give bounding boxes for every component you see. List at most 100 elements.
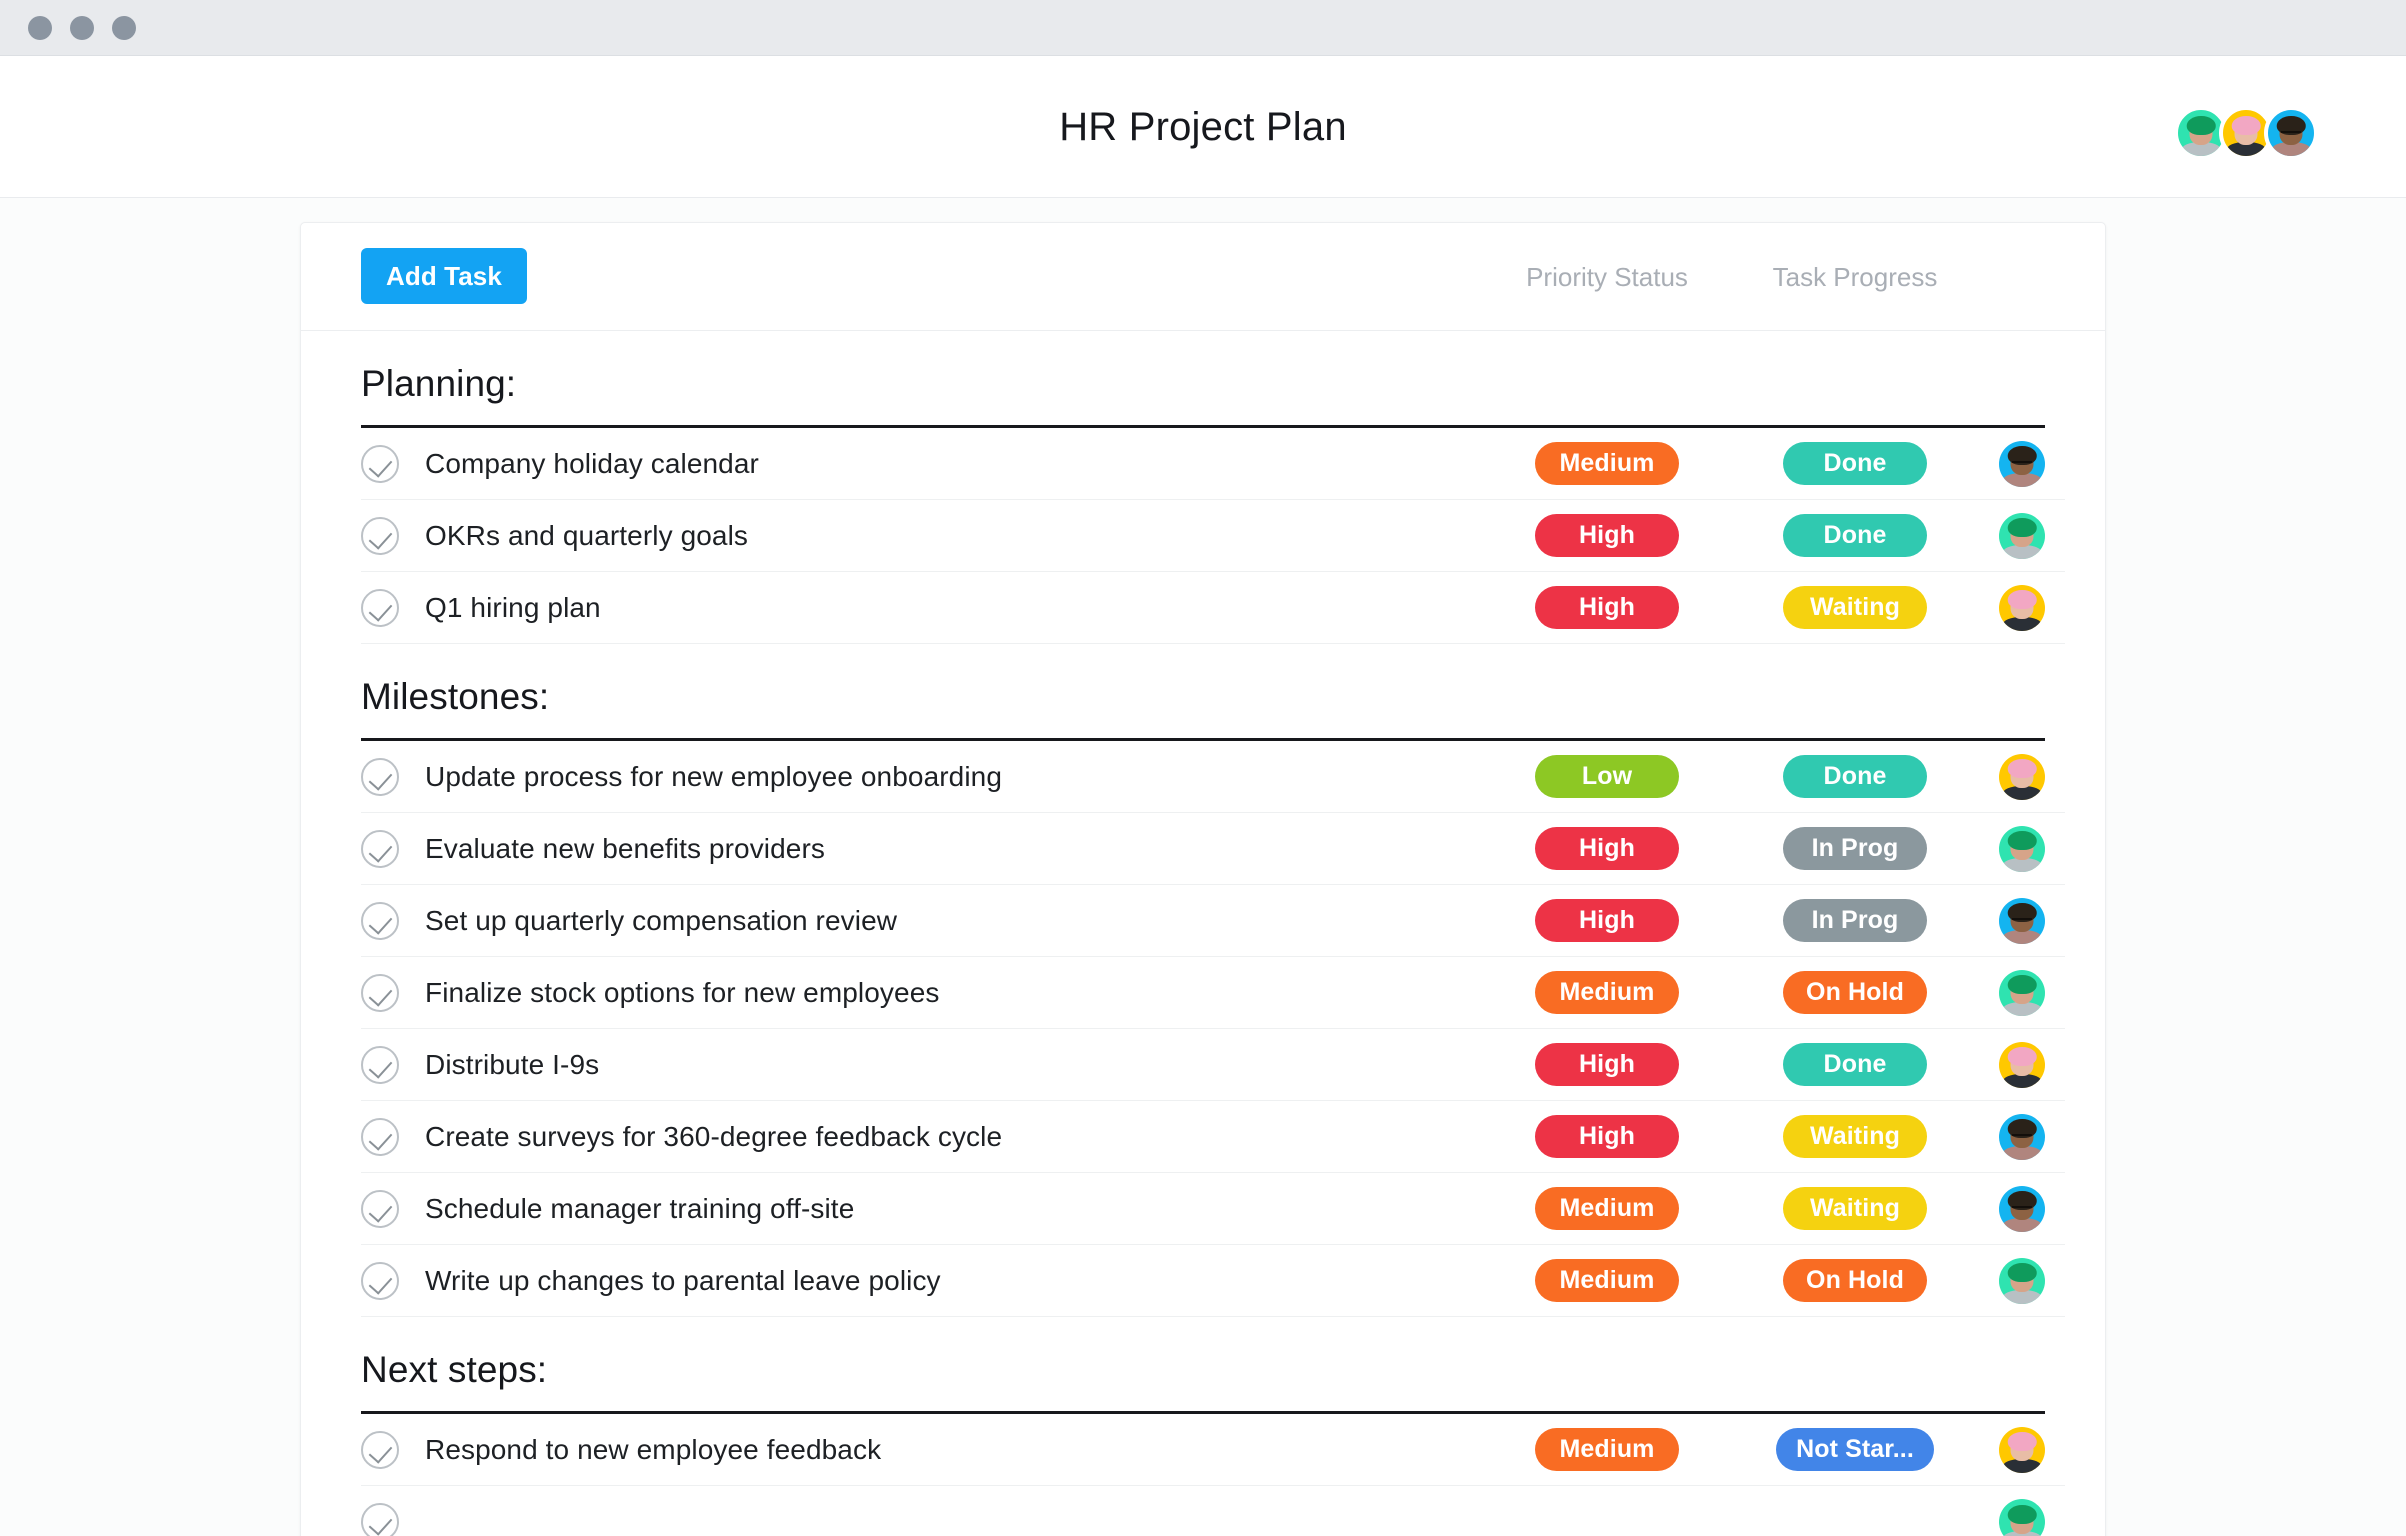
section-title: Next steps: xyxy=(361,1317,2045,1414)
task-row[interactable] xyxy=(361,1486,2065,1536)
task-complete-checkmark-icon[interactable] xyxy=(361,444,399,483)
progress-badge[interactable]: Waiting xyxy=(1783,586,1927,629)
priority-cell: Medium xyxy=(1483,1259,1731,1302)
priority-cell: High xyxy=(1483,586,1731,629)
assignee-cell xyxy=(1979,753,2065,800)
avatar-hair xyxy=(2007,1504,2037,1524)
task-name: Create surveys for 360-degree feedback c… xyxy=(425,1120,1003,1152)
task-list-card: Add Task Priority Status Task Progress P… xyxy=(300,222,2106,1536)
avatar-glasses-icon xyxy=(2011,1134,2033,1139)
avatar-hair xyxy=(2007,831,2037,851)
task-complete-checkmark-icon[interactable] xyxy=(361,1430,399,1469)
task-toolbar: Add Task Priority Status Task Progress xyxy=(301,223,2105,331)
progress-badge[interactable]: On Hold xyxy=(1783,971,1927,1014)
task-name: Update process for new employee onboardi… xyxy=(425,760,1002,792)
task-row[interactable]: Distribute I-9s High Done xyxy=(361,1029,2065,1101)
priority-badge[interactable]: High xyxy=(1535,514,1679,557)
priority-badge[interactable]: High xyxy=(1535,899,1679,942)
assignee-cell xyxy=(1979,1499,2065,1536)
assignee-avatar[interactable] xyxy=(1999,512,2045,559)
progress-badge[interactable]: In Prog xyxy=(1783,899,1927,942)
priority-badge[interactable]: Medium xyxy=(1535,1259,1679,1302)
task-row[interactable]: Company holiday calendar Medium Done xyxy=(361,428,2065,500)
progress-cell: Done xyxy=(1731,755,1979,798)
priority-cell: Medium xyxy=(1483,442,1731,485)
section-title: Milestones: xyxy=(361,644,2045,741)
maximize-window-icon[interactable] xyxy=(112,16,136,40)
progress-badge[interactable]: In Prog xyxy=(1783,827,1927,870)
task-name: Respond to new employee feedback xyxy=(425,1433,882,1465)
task-complete-checkmark-icon[interactable] xyxy=(361,1261,399,1300)
task-name: Company holiday calendar xyxy=(425,447,759,479)
task-row[interactable]: Set up quarterly compensation review High… xyxy=(361,885,2065,957)
priority-badge[interactable]: Low xyxy=(1535,755,1679,798)
minimize-window-icon[interactable] xyxy=(70,16,94,40)
progress-badge[interactable]: On Hold xyxy=(1783,1259,1927,1302)
avatar-hair xyxy=(2007,1263,2037,1283)
add-task-button[interactable]: Add Task xyxy=(361,248,527,304)
assignee-avatar[interactable] xyxy=(1999,825,2045,872)
progress-badge[interactable]: Done xyxy=(1783,442,1927,485)
task-section: Milestones: Update process for new employ… xyxy=(301,644,2105,1317)
avatar-hair xyxy=(2007,1432,2037,1452)
task-row[interactable]: Respond to new employee feedback Medium No… xyxy=(361,1414,2065,1486)
task-complete-checkmark-icon[interactable] xyxy=(361,829,399,868)
avatar-hair xyxy=(2007,975,2037,995)
progress-badge[interactable]: Done xyxy=(1783,755,1927,798)
assignee-avatar[interactable] xyxy=(1999,1426,2045,1473)
priority-cell: Medium xyxy=(1483,1187,1731,1230)
close-window-icon[interactable] xyxy=(28,16,52,40)
task-row[interactable]: OKRs and quarterly goals High Done xyxy=(361,500,2065,572)
priority-cell: High xyxy=(1483,514,1731,557)
avatar-glasses-icon xyxy=(2280,130,2302,136)
priority-badge[interactable]: High xyxy=(1535,1043,1679,1086)
member-avatar-blue[interactable] xyxy=(2264,106,2318,160)
progress-badge[interactable]: Waiting xyxy=(1783,1115,1927,1158)
progress-cell: Done xyxy=(1731,442,1979,485)
task-row[interactable]: Schedule manager training off-site Medium… xyxy=(361,1173,2065,1245)
assignee-avatar[interactable] xyxy=(1999,1185,2045,1232)
task-complete-checkmark-icon[interactable] xyxy=(361,901,399,940)
task-row[interactable]: Finalize stock options for new employees… xyxy=(361,957,2065,1029)
progress-badge[interactable]: Done xyxy=(1783,1043,1927,1086)
progress-cell: Waiting xyxy=(1731,1187,1979,1230)
priority-badge[interactable]: High xyxy=(1535,586,1679,629)
assignee-avatar[interactable] xyxy=(1999,440,2045,487)
priority-badge[interactable]: Medium xyxy=(1535,971,1679,1014)
task-name: Set up quarterly compensation review xyxy=(425,904,898,936)
task-complete-checkmark-icon[interactable] xyxy=(361,1117,399,1156)
task-complete-checkmark-icon[interactable] xyxy=(361,588,399,627)
task-row[interactable]: Evaluate new benefits providers High In Pr… xyxy=(361,813,2065,885)
task-complete-checkmark-icon[interactable] xyxy=(361,1503,399,1536)
assignee-avatar[interactable] xyxy=(1999,1499,2045,1536)
progress-badge[interactable]: Waiting xyxy=(1783,1187,1927,1230)
assignee-avatar[interactable] xyxy=(1999,1041,2045,1088)
assignee-avatar[interactable] xyxy=(1999,753,2045,800)
priority-badge[interactable]: Medium xyxy=(1535,442,1679,485)
assignee-avatar[interactable] xyxy=(1999,1257,2045,1304)
task-row[interactable]: Update process for new employee onboardi… xyxy=(361,741,2065,813)
priority-cell: High xyxy=(1483,827,1731,870)
priority-badge[interactable]: Medium xyxy=(1535,1187,1679,1230)
task-complete-checkmark-icon[interactable] xyxy=(361,516,399,555)
progress-badge[interactable]: Done xyxy=(1783,514,1927,557)
assignee-avatar[interactable] xyxy=(1999,1113,2045,1160)
assignee-avatar[interactable] xyxy=(1999,969,2045,1016)
task-complete-checkmark-icon[interactable] xyxy=(361,973,399,1012)
assignee-cell xyxy=(1979,512,2065,559)
task-row[interactable]: Write up changes to parental leave polic… xyxy=(361,1245,2065,1317)
assignee-avatar[interactable] xyxy=(1999,584,2045,631)
priority-cell: High xyxy=(1483,1115,1731,1158)
priority-badge[interactable]: Medium xyxy=(1535,1428,1679,1471)
progress-badge[interactable]: Not Star... xyxy=(1776,1428,1934,1471)
priority-badge[interactable]: High xyxy=(1535,827,1679,870)
task-complete-checkmark-icon[interactable] xyxy=(361,757,399,796)
task-complete-checkmark-icon[interactable] xyxy=(361,1045,399,1084)
assignee-cell xyxy=(1979,440,2065,487)
task-row[interactable]: Q1 hiring plan High Waiting xyxy=(361,572,2065,644)
task-complete-checkmark-icon[interactable] xyxy=(361,1189,399,1228)
assignee-avatar[interactable] xyxy=(1999,897,2045,944)
window-titlebar xyxy=(0,0,2406,56)
task-row[interactable]: Create surveys for 360-degree feedback c… xyxy=(361,1101,2065,1173)
priority-badge[interactable]: High xyxy=(1535,1115,1679,1158)
